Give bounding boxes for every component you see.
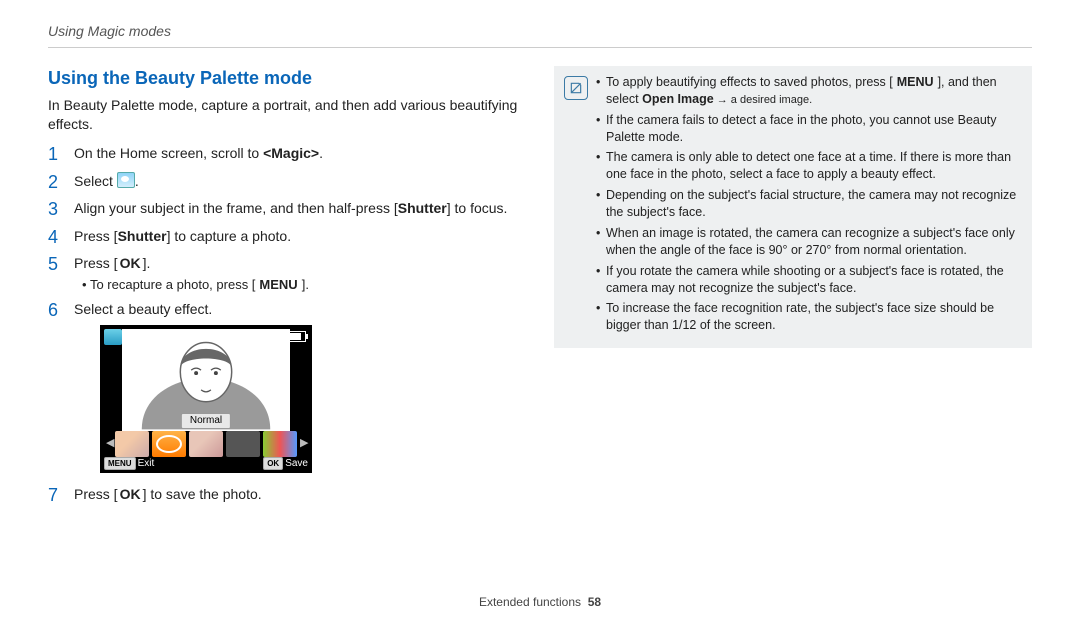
note-item: Depending on the subject's facial struct… bbox=[596, 187, 1020, 221]
step-5-sub: To recapture a photo, press [MENU]. bbox=[82, 276, 526, 294]
step-6-text: Select a beauty effect. bbox=[74, 301, 212, 317]
step-6: 6 Select a beauty effect. 1 bbox=[48, 300, 526, 479]
step-number: 2 bbox=[48, 172, 62, 194]
step-4-pre: Press [ bbox=[74, 228, 118, 244]
save-softkey: OKSave bbox=[263, 457, 308, 471]
step-2-post: . bbox=[135, 173, 139, 189]
step-1-bold: <Magic> bbox=[263, 145, 319, 161]
step-3-post: ] to focus. bbox=[447, 200, 508, 216]
effect-thumb bbox=[263, 431, 297, 457]
step-5-pre: Press [ bbox=[74, 255, 118, 271]
step-7: 7 Press [OK] to save the photo. bbox=[48, 485, 526, 507]
step-3-bold: Shutter bbox=[398, 200, 447, 216]
effect-thumb-selected bbox=[152, 431, 186, 457]
left-column: Using the Beauty Palette mode In Beauty … bbox=[48, 66, 526, 588]
footer-section: Extended functions bbox=[479, 595, 581, 609]
note-item: To increase the face recognition rate, t… bbox=[596, 300, 1020, 334]
ok-key-icon: OK bbox=[118, 487, 143, 501]
right-column: To apply beautifying effects to saved ph… bbox=[554, 66, 1032, 588]
step-number: 4 bbox=[48, 227, 62, 249]
note-icon bbox=[564, 76, 588, 100]
note-item: When an image is rotated, the camera can… bbox=[596, 225, 1020, 259]
two-column-layout: Using the Beauty Palette mode In Beauty … bbox=[48, 66, 1032, 588]
section-title: Using the Beauty Palette mode bbox=[48, 66, 526, 90]
info-note-box: To apply beautifying effects to saved ph… bbox=[554, 66, 1032, 348]
step-number: 3 bbox=[48, 199, 62, 221]
steps-list: 1 On the Home screen, scroll to <Magic>.… bbox=[48, 144, 526, 506]
notes-list: To apply beautifying effects to saved ph… bbox=[596, 74, 1020, 338]
prev-effect-icon: ◀ bbox=[106, 436, 112, 451]
menu-key-icon: MENU bbox=[255, 278, 301, 291]
step-3-pre: Align your subject in the frame, and the… bbox=[74, 200, 398, 216]
step-5-sub-pre: To recapture a photo, press [ bbox=[90, 277, 255, 292]
ok-key-icon: OK bbox=[263, 457, 283, 470]
note-item: The camera is only able to detect one fa… bbox=[596, 149, 1020, 183]
page-header: Using Magic modes bbox=[48, 22, 1032, 48]
step-2: 2 Select . bbox=[48, 172, 526, 194]
step-5: 5 Press [OK]. To recapture a photo, pres… bbox=[48, 254, 526, 293]
exit-softkey: MENUExit bbox=[104, 457, 154, 471]
note-item: To apply beautifying effects to saved ph… bbox=[596, 74, 1020, 108]
intro-text: In Beauty Palette mode, capture a portra… bbox=[48, 96, 526, 134]
effect-thumb bbox=[189, 431, 223, 457]
step-1-post: . bbox=[319, 145, 323, 161]
camera-softkeys: MENUExit OKSave bbox=[104, 457, 308, 471]
menu-key-icon: MENU bbox=[893, 76, 938, 89]
step-number: 6 bbox=[48, 300, 62, 479]
step-1-pre: On the Home screen, scroll to bbox=[74, 145, 263, 161]
effect-thumb bbox=[226, 431, 260, 457]
mode-icon bbox=[104, 329, 122, 345]
next-effect-icon: ▶ bbox=[300, 436, 306, 451]
effect-thumbnails: ◀ ▶ bbox=[106, 431, 306, 457]
camera-preview-screenshot: 1 bbox=[100, 325, 312, 473]
manual-page: Using Magic modes Using the Beauty Palet… bbox=[0, 0, 1080, 630]
ok-key-icon: OK bbox=[118, 256, 143, 270]
step-4: 4 Press [Shutter] to capture a photo. bbox=[48, 227, 526, 249]
step-5-post: ]. bbox=[143, 255, 151, 271]
page-number: 58 bbox=[588, 595, 601, 609]
step-7-post: ] to save the photo. bbox=[143, 486, 262, 502]
step-3: 3 Align your subject in the frame, and t… bbox=[48, 199, 526, 221]
page-footer: Extended functions 58 bbox=[48, 594, 1032, 610]
effect-name-badge: Normal bbox=[181, 413, 231, 429]
menu-key-icon: MENU bbox=[104, 457, 136, 470]
step-7-pre: Press [ bbox=[74, 486, 118, 502]
step-2-pre: Select bbox=[74, 173, 117, 189]
step-1: 1 On the Home screen, scroll to <Magic>. bbox=[48, 144, 526, 166]
beauty-palette-mode-icon bbox=[117, 172, 135, 188]
battery-icon bbox=[288, 331, 306, 342]
step-4-post: ] to capture a photo. bbox=[167, 228, 292, 244]
step-number: 5 bbox=[48, 254, 62, 293]
step-4-bold: Shutter bbox=[118, 228, 167, 244]
note-item: If the camera fails to detect a face in … bbox=[596, 112, 1020, 146]
step-5-sub-post: ]. bbox=[302, 277, 309, 292]
effect-thumb bbox=[115, 431, 149, 457]
note-item: If you rotate the camera while shooting … bbox=[596, 263, 1020, 297]
step-number: 7 bbox=[48, 485, 62, 507]
step-number: 1 bbox=[48, 144, 62, 166]
